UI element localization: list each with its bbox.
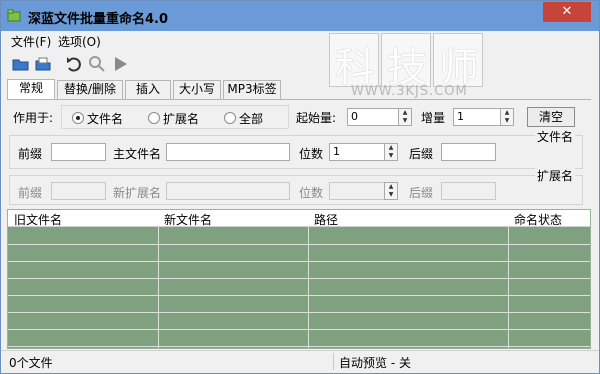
filename-digits-stepper[interactable]: 1 ▲ ▼ [329, 143, 398, 161]
extension-group-title: 扩展名 [535, 167, 576, 184]
filename-suffix-input[interactable] [441, 143, 496, 161]
clear-button[interactable]: 清空 [527, 107, 575, 127]
radio-filename[interactable] [72, 112, 84, 124]
filename-digits-arrows[interactable]: ▲ ▼ [384, 143, 398, 161]
status-file-count: 0个文件 [9, 356, 53, 370]
tab-general[interactable]: 常规 [7, 79, 55, 100]
app-window: 深蓝文件批量重命名4.0 ✕ 文件(F) 选项(O) 科 技 师 WWW.3KJ… [0, 0, 600, 374]
menu-options[interactable]: 选项(O) [58, 33, 101, 50]
start-value-stepper[interactable]: 0 ▲ ▼ [347, 108, 412, 126]
tab-case[interactable]: 大小写 [173, 80, 221, 99]
start-value-label: 起始量: [296, 111, 337, 125]
column-new-filename[interactable]: 新文件名 [164, 211, 212, 228]
extension-digits-stepper[interactable]: ▲ ▼ [329, 182, 398, 200]
filename-digits-label: 位数 [299, 147, 324, 161]
watermark-url: WWW.3KJS.COM [351, 84, 468, 99]
status-bar: 0个文件 自动预览 - 关 [1, 350, 599, 372]
increment-arrows[interactable]: ▲ ▼ [500, 108, 514, 126]
increment-stepper[interactable]: 1 ▲ ▼ [453, 108, 514, 126]
run-icon[interactable] [111, 54, 131, 74]
chevron-up-icon[interactable]: ▲ [385, 183, 397, 191]
chevron-up-icon[interactable]: ▲ [385, 144, 397, 152]
column-rename-status[interactable]: 命名状态 [514, 211, 562, 228]
start-value: 0 [351, 110, 358, 123]
start-value-arrows[interactable]: ▲ ▼ [398, 108, 412, 126]
chevron-down-icon[interactable]: ▼ [501, 117, 513, 125]
menu-file[interactable]: 文件(F) [11, 33, 51, 50]
title-bar[interactable]: 深蓝文件批量重命名4.0 ✕ [1, 1, 599, 31]
app-icon [7, 9, 21, 22]
tab-replace-delete[interactable]: 替换/删除 [57, 80, 123, 99]
new-extension-label: 新扩展名 [113, 186, 162, 200]
filename-digits-value: 1 [333, 145, 340, 158]
column-path[interactable]: 路径 [314, 211, 338, 228]
extension-digits-label: 位数 [299, 186, 324, 200]
menu-bar: 文件(F) 选项(O) [1, 31, 599, 49]
filename-prefix-input[interactable] [51, 143, 106, 161]
radio-filename-label[interactable]: 文件名 [87, 110, 123, 127]
open-folder-icon[interactable] [11, 54, 31, 74]
apply-to-label: 作用于: [13, 111, 54, 125]
chevron-up-icon[interactable]: ▲ [399, 109, 411, 117]
main-filename-label: 主文件名 [113, 147, 162, 161]
toolbar [1, 51, 301, 77]
radio-all[interactable] [224, 112, 236, 124]
radio-extension-label[interactable]: 扩展名 [163, 110, 199, 127]
filename-group-title: 文件名 [535, 128, 576, 145]
close-button[interactable]: ✕ [543, 2, 591, 22]
extension-prefix-input[interactable] [51, 182, 106, 200]
extension-digits-arrows[interactable]: ▲ ▼ [384, 182, 398, 200]
radio-all-label[interactable]: 全部 [239, 110, 263, 127]
chevron-down-icon[interactable]: ▼ [385, 152, 397, 160]
file-list-table[interactable]: 旧文件名 新文件名 路径 命名状态 [7, 209, 591, 349]
extension-prefix-label: 前缀 [18, 186, 43, 200]
window-title: 深蓝文件批量重命名4.0 [28, 12, 169, 27]
filename-suffix-label: 后缀 [409, 147, 434, 161]
column-old-filename[interactable]: 旧文件名 [14, 211, 62, 228]
chevron-up-icon[interactable]: ▲ [501, 109, 513, 117]
tab-mp3-tags[interactable]: MP3标签 [223, 80, 281, 99]
open-files-icon[interactable] [33, 54, 53, 74]
preview-search-icon[interactable] [87, 54, 107, 74]
main-filename-input[interactable] [166, 143, 290, 161]
undo-icon[interactable] [64, 54, 84, 74]
chevron-down-icon[interactable]: ▼ [399, 117, 411, 125]
filename-prefix-label: 前缀 [18, 147, 43, 161]
tab-insert[interactable]: 插入 [125, 80, 171, 99]
status-auto-preview: 自动预览 - 关 [339, 356, 411, 370]
new-extension-input[interactable] [166, 182, 290, 200]
increment-value: 1 [457, 110, 464, 123]
extension-suffix-input[interactable] [441, 182, 496, 200]
close-icon: ✕ [561, 4, 573, 19]
increment-label: 增量 [421, 111, 446, 125]
chevron-down-icon[interactable]: ▼ [385, 191, 397, 199]
minimize-button[interactable] [516, 1, 542, 21]
table-header: 旧文件名 新文件名 路径 命名状态 [8, 210, 590, 228]
apply-to-radio-group: 文件名 扩展名 全部 [61, 105, 289, 129]
radio-extension[interactable] [148, 112, 160, 124]
watermark: 科 技 师 WWW.3KJS.COM [301, 29, 501, 109]
extension-suffix-label: 后缀 [409, 186, 434, 200]
